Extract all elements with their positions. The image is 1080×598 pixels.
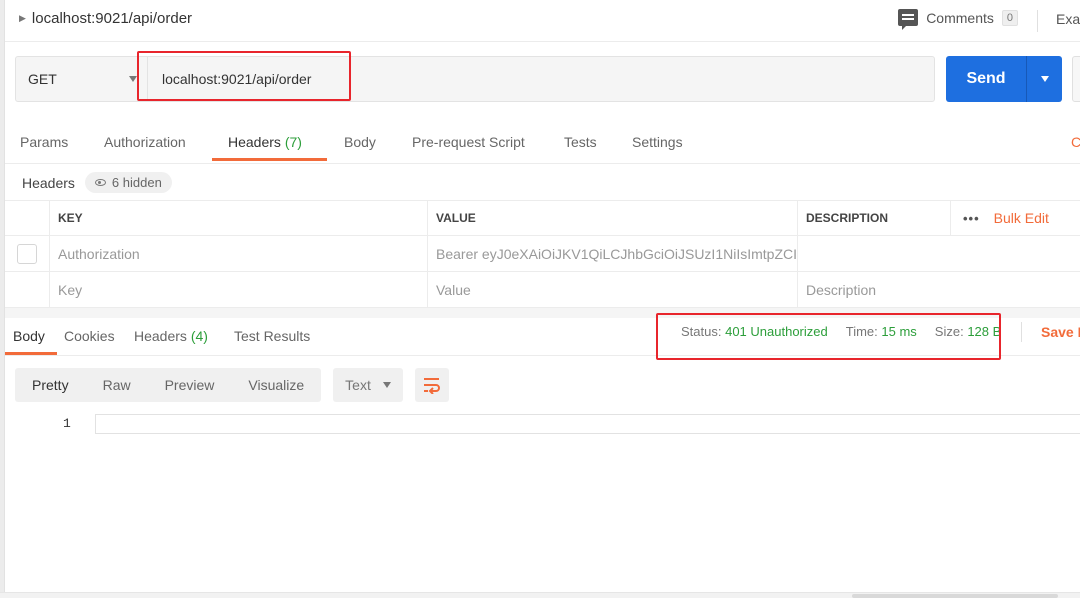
chevron-down-icon: [382, 382, 391, 388]
response-tab-headers-count: (4): [190, 328, 208, 344]
time-label: Time:: [845, 324, 878, 339]
size-info[interactable]: Size: 128 B: [935, 324, 1002, 339]
examples-button[interactable]: Exa: [1056, 11, 1080, 27]
response-meta: Status: 401 Unauthorized Time: 15 ms Siz…: [681, 324, 1001, 339]
expand-triangle-icon[interactable]: ▶: [19, 13, 26, 24]
size-label: Size:: [934, 324, 964, 339]
size-value: 128 B: [967, 324, 1002, 339]
send-button-group: Send: [946, 56, 1062, 102]
table-row: Authorization Bearer eyJ0eXAiOiJKV1QiLCJ…: [5, 236, 1080, 272]
method-select[interactable]: GET: [16, 57, 148, 101]
hidden-headers-toggle[interactable]: 6 hidden: [84, 172, 172, 193]
comments-label: Comments: [926, 9, 994, 26]
hidden-headers-label: 6 hidden: [111, 175, 162, 190]
scrollbar-thumb[interactable]: [852, 594, 1058, 598]
request-tabs: Params Authorization Headers (7) Body Pr…: [5, 118, 1080, 164]
new-key-input[interactable]: Key: [49, 272, 427, 307]
send-button[interactable]: Send: [946, 56, 1026, 102]
cookies-link[interactable]: C: [1071, 134, 1080, 150]
response-toolbar: Pretty Raw Preview Visualize Text: [15, 368, 449, 402]
column-header-value: VALUE: [427, 201, 797, 235]
panel-divider: [5, 308, 1080, 318]
send-options-dropdown[interactable]: [1026, 56, 1062, 102]
wrap-lines-button[interactable]: [414, 368, 449, 402]
status-value: 401 Unauthorized: [725, 324, 828, 339]
column-header-key: KEY: [49, 201, 427, 235]
response-tab-headers-label: Headers: [134, 328, 187, 344]
headers-subheader: Headers 6 hidden: [22, 172, 172, 193]
request-name[interactable]: ▶ localhost:9021/api/order: [19, 10, 192, 27]
time-info[interactable]: Time: 15 ms: [846, 324, 917, 339]
response-tabs: Body Cookies Headers (4) Test Results St…: [5, 318, 1080, 356]
editor-line[interactable]: [95, 414, 1080, 434]
row-enable-checkbox[interactable]: [17, 243, 37, 264]
format-select[interactable]: Text: [333, 368, 403, 402]
tab-authorization[interactable]: Authorization: [104, 134, 186, 150]
request-title-bar: ▶ localhost:9021/api/order Comments 0: [5, 0, 1080, 42]
view-raw[interactable]: Raw: [86, 368, 148, 402]
method-label: GET: [28, 71, 57, 87]
tab-settings[interactable]: Settings: [632, 134, 683, 150]
tab-params[interactable]: Params: [20, 134, 68, 150]
tab-headers-count: (7): [284, 134, 302, 150]
time-value: 15 ms: [881, 324, 917, 339]
response-tab-headers[interactable]: Headers (4): [134, 328, 208, 344]
active-response-tab-indicator: [5, 352, 57, 355]
response-tab-body[interactable]: Body: [13, 328, 45, 344]
new-description-input[interactable]: Description: [797, 272, 950, 307]
table-header-row: KEY VALUE DESCRIPTION ••• Bulk Edit: [5, 200, 1080, 236]
response-tab-test-results[interactable]: Test Results: [234, 328, 310, 344]
column-header-description: DESCRIPTION: [797, 201, 950, 235]
chevron-down-icon: [129, 76, 137, 82]
comment-icon: [898, 9, 919, 30]
tab-body[interactable]: Body: [344, 134, 376, 150]
row-checkbox-cell: [5, 236, 49, 271]
topbar-divider: [1037, 10, 1038, 32]
view-mode-segmented: Pretty Raw Preview Visualize: [15, 368, 322, 402]
more-options-icon[interactable]: •••: [963, 211, 980, 226]
line-number: 1: [63, 416, 71, 431]
save-response-button[interactable]: Save R: [1041, 324, 1080, 340]
header-description-cell[interactable]: [797, 236, 950, 271]
active-tab-indicator: [212, 158, 327, 161]
wrap-lines-icon: [423, 378, 440, 394]
chevron-down-icon: [1040, 76, 1049, 82]
table-actions: ••• Bulk Edit: [950, 201, 1080, 235]
format-label: Text: [345, 377, 371, 393]
bulk-edit-button[interactable]: Bulk Edit: [994, 210, 1049, 226]
view-pretty[interactable]: Pretty: [15, 368, 86, 402]
status-label: Status:: [681, 324, 722, 339]
status-info[interactable]: Status: 401 Unauthorized: [681, 324, 828, 339]
url-input[interactable]: [148, 57, 934, 101]
table-row-new: Key Value Description: [5, 272, 1080, 308]
headers-section-title: Headers: [22, 174, 75, 191]
response-tab-cookies[interactable]: Cookies: [64, 328, 115, 344]
tab-tests[interactable]: Tests: [564, 134, 597, 150]
header-value-cell[interactable]: Bearer eyJ0eXAiOiJKV1QiLCJhbGciOiJSUzI1N…: [427, 236, 797, 271]
eye-icon: [94, 179, 106, 186]
url-bar: GET: [15, 56, 935, 102]
header-key-cell[interactable]: Authorization: [49, 236, 427, 271]
tab-headers-label: Headers: [228, 134, 281, 150]
tab-headers[interactable]: Headers (7): [228, 134, 302, 150]
response-divider: [1021, 322, 1022, 342]
comments-count-badge: 0: [1001, 9, 1018, 26]
view-preview[interactable]: Preview: [148, 368, 232, 402]
save-button-stub[interactable]: [1072, 56, 1080, 102]
view-visualize[interactable]: Visualize: [231, 368, 321, 402]
new-value-input[interactable]: Value: [427, 272, 797, 307]
tab-prerequest-script[interactable]: Pre-request Script: [412, 134, 525, 150]
headers-table: KEY VALUE DESCRIPTION ••• Bulk Edit Auth…: [5, 200, 1080, 308]
response-body-editor[interactable]: 1: [5, 412, 1080, 592]
request-name-label: localhost:9021/api/order: [31, 10, 193, 27]
comments-button[interactable]: Comments 0: [898, 9, 1018, 30]
